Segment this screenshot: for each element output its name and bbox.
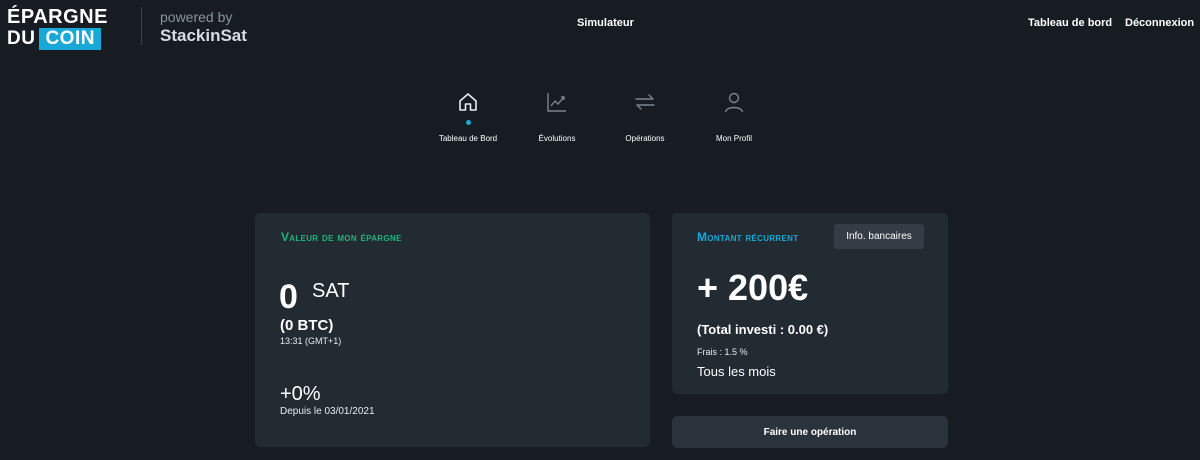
performance-percent: +0% — [280, 383, 321, 405]
total-invested: (Total investi : 0.00 €) — [697, 322, 829, 337]
header-divider — [141, 7, 142, 45]
since-date: Depuis le 03/01/2021 — [280, 406, 375, 417]
tab-label: Mon Profil — [715, 134, 752, 143]
fees-text: Frais : 1.5 % — [697, 347, 748, 357]
user-icon — [724, 92, 744, 113]
sat-unit: SAT — [312, 280, 350, 302]
epargne-du-coin-logo[interactable]: ÉPARGNE DU COIN — [7, 6, 125, 50]
nav-logout-link[interactable]: Déconnexion — [1125, 16, 1194, 30]
bank-info-button[interactable]: Info. bancaires — [834, 224, 924, 249]
tab-mon-profil[interactable]: Mon Profil — [684, 88, 784, 148]
logo-coin: COIN — [39, 28, 101, 50]
tab-label: Tableau de Bord — [438, 134, 498, 143]
make-operation-button[interactable]: Faire une opération — [672, 416, 948, 448]
logo-du: DU — [7, 28, 36, 49]
logo-line2: DU COIN — [7, 28, 101, 50]
logo-line1: ÉPARGNE — [7, 6, 108, 28]
stackinsat-logo: StackinSat — [160, 26, 247, 45]
page: ÉPARGNE DU COIN powered by StackinSat Si… — [0, 0, 1200, 460]
btc-amount: (0 BTC) — [280, 317, 334, 334]
tab-label: Opérations — [625, 134, 665, 143]
tab-evolutions[interactable]: Évolutions — [507, 88, 607, 148]
recurring-card-title: Montant récurrent — [697, 230, 799, 244]
sat-amount: 0 — [279, 278, 298, 316]
tab-operations[interactable]: Opérations — [595, 88, 695, 148]
nav-dashboard-link[interactable]: Tableau de bord — [1028, 16, 1112, 30]
last-update-time: 13:31 (GMT+1) — [280, 336, 342, 346]
savings-card-title: Valeur de mon épargne — [281, 230, 402, 244]
tab-label: Évolutions — [538, 134, 576, 143]
active-tab-indicator — [466, 120, 471, 125]
frequency-text: Tous les mois — [697, 364, 776, 379]
chart-line-icon — [547, 93, 566, 112]
transfer-arrows-icon — [635, 94, 655, 110]
home-icon — [459, 93, 477, 111]
powered-by-text: powered by — [160, 9, 233, 25]
tab-tableau-de-bord[interactable]: Tableau de Bord — [418, 88, 518, 148]
header: ÉPARGNE DU COIN powered by StackinSat Si… — [0, 0, 1200, 50]
nav-simulateur-link[interactable]: Simulateur — [577, 16, 634, 30]
recurring-amount: + 200€ — [697, 267, 809, 308]
